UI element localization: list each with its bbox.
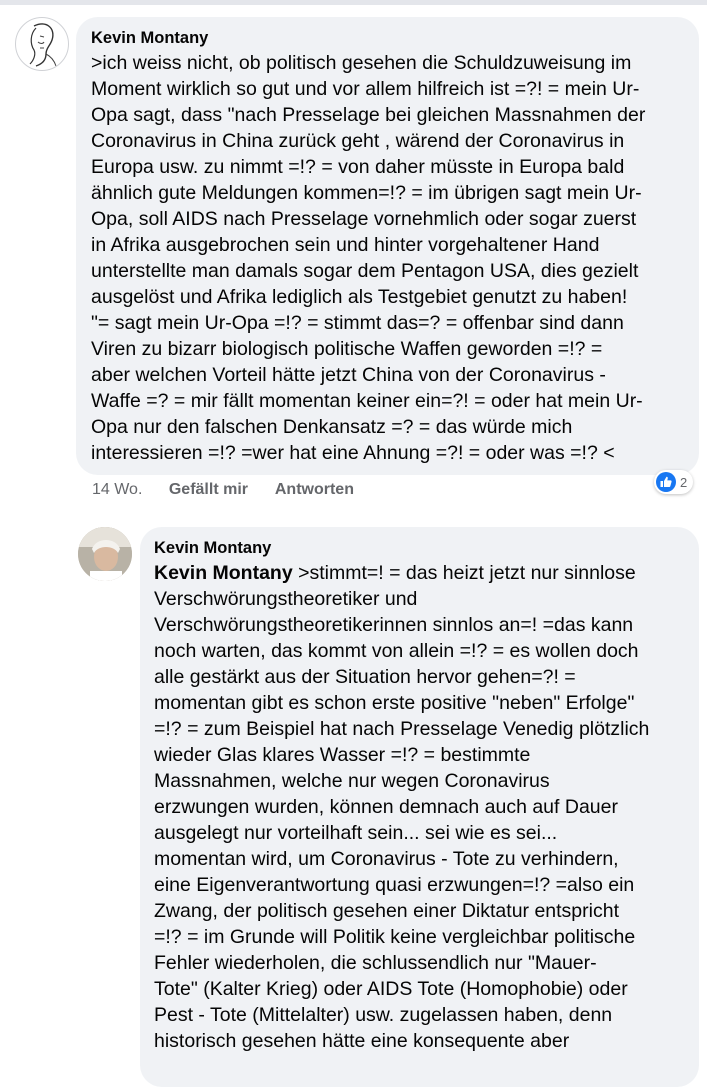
author-avatar[interactable] [15,17,69,71]
reply-button[interactable]: Antworten [275,481,354,498]
reply-text-block: Kevin Montany >stimmt=! = das heizt jetz… [154,560,687,1054]
person-photo-avatar-image [78,527,132,581]
reply-bubble: Kevin Montany Kevin Montany >stimmt=! = … [140,527,699,1087]
comment-text: >ich weiss nicht, ob politisch gesehen d… [91,52,646,464]
comment-author-name[interactable]: Kevin Montany [91,27,689,49]
reply-author-avatar[interactable] [78,527,132,581]
top-divider [0,0,707,5]
comment-actions: 14 Wo. Gefällt mir Antworten [92,479,377,501]
reaction-count: 2 [680,474,688,490]
reply-text: >stimmt=! = das heizt jetzt nur sinnlose… [154,562,650,1052]
like-thumbs-up-icon [656,472,676,492]
comment-timestamp[interactable]: 14 Wo. [92,481,142,498]
like-button[interactable]: Gefällt mir [169,481,248,498]
reply-author-name[interactable]: Kevin Montany [154,537,687,559]
reaction-summary[interactable]: 2 [654,470,694,494]
reply-mention-link[interactable]: Kevin Montany [154,562,293,584]
sketch-face-avatar-image [29,23,57,67]
comment-bubble: Kevin Montany >ich weiss nicht, ob polit… [76,17,699,475]
